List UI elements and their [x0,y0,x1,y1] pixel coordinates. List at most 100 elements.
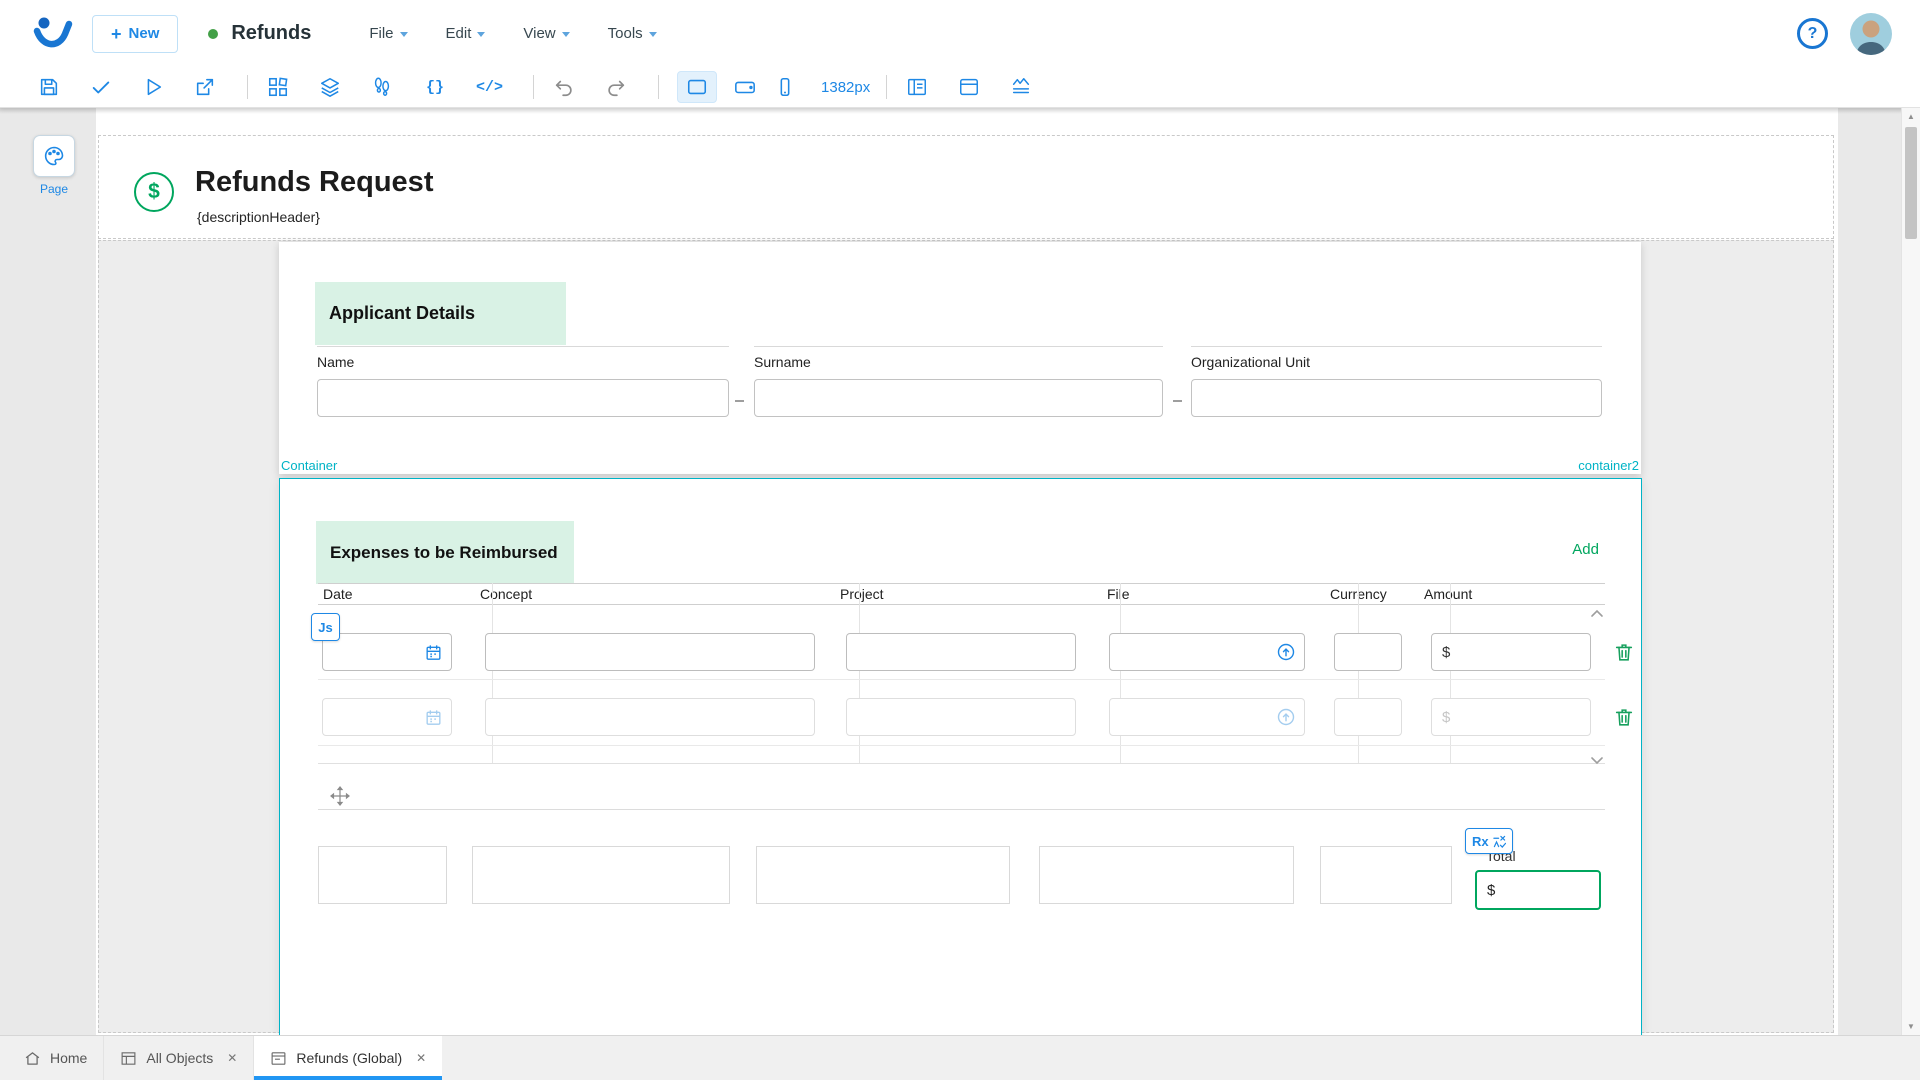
status-dot [208,28,219,39]
bindings-braces-icon[interactable]: {} [422,75,448,99]
file-input[interactable] [1110,699,1276,735]
currency-input[interactable] [1335,634,1401,670]
concept-input-row2[interactable] [485,698,815,736]
scroll-up-icon[interactable]: ▲ [1902,108,1920,125]
js-script-badge[interactable]: Js [311,613,340,641]
total-cell[interactable] [472,846,730,904]
currency-input[interactable] [1335,699,1401,735]
tablet-view-button[interactable] [733,75,757,99]
scrollbar-thumb[interactable] [1905,127,1917,239]
surname-input[interactable] [754,379,1163,417]
container2-tag[interactable]: container2 [1578,458,1639,473]
amount-input[interactable] [1450,699,1590,735]
widgets-icon[interactable] [266,75,290,99]
currency-input-row2[interactable] [1334,698,1402,736]
delete-row-icon[interactable] [1613,641,1635,663]
home-icon [24,1050,41,1067]
calendar-icon[interactable] [424,643,443,662]
project-input[interactable] [847,634,1075,670]
file-input-row1[interactable] [1109,633,1305,671]
date-input-row2[interactable] [322,698,452,736]
preview-play-icon[interactable] [141,75,165,99]
toolbar-separator [247,75,248,99]
total-cell[interactable] [318,846,447,904]
project-input-row1[interactable] [846,633,1076,671]
chevron-down-icon [648,32,657,37]
add-row-button[interactable]: Add [1572,541,1599,558]
page-palette-item[interactable] [33,135,75,177]
menu-view[interactable]: View [523,25,570,42]
tab-all-objects[interactable]: All Objects ✕ [104,1036,255,1080]
help-icon[interactable]: ? [1797,18,1828,49]
amount-input[interactable] [1450,634,1590,670]
rx-formula-badge[interactable]: Rx [1465,828,1513,854]
collapse-down-icon[interactable] [1588,753,1606,767]
total-cell[interactable] [756,846,1010,904]
file-input[interactable] [1110,634,1276,670]
concept-input-row1[interactable] [485,633,815,671]
total-cell[interactable] [1039,846,1294,904]
menu-file[interactable]: File [369,25,408,42]
layers-icon[interactable] [318,75,342,99]
delete-row-icon[interactable] [1613,706,1635,728]
code-icon[interactable]: </> [476,75,503,99]
vertical-scrollbar[interactable]: ▲ ▼ [1901,108,1920,1035]
file-input-row2[interactable] [1109,698,1305,736]
column-header-date: Date [323,586,353,602]
total-input[interactable] [1495,872,1599,908]
currency-input-row1[interactable] [1334,633,1402,671]
app-logo-icon[interactable] [30,14,76,54]
applicant-section-header[interactable]: Applicant Details [315,282,566,345]
date-input[interactable] [323,699,424,735]
concept-input[interactable] [486,699,814,735]
mobile-view-button[interactable] [773,75,797,99]
drag-move-handle[interactable] [330,786,350,806]
menu-edit[interactable]: Edit [446,25,486,42]
project-input-row2[interactable] [846,698,1076,736]
date-input-row1[interactable] [322,633,452,671]
desktop-view-button[interactable] [677,71,718,103]
new-button[interactable]: + New [92,14,179,53]
close-icon[interactable]: ✕ [416,1051,426,1065]
calendar-icon[interactable] [424,708,443,727]
steps-footprints-icon[interactable] [370,75,394,99]
column-header-file: File [1107,586,1130,602]
form-window-icon [270,1050,287,1067]
designer-toolbar: {} </> 1382px [0,67,1920,108]
expenses-section-header[interactable]: Expenses to be Reimbursed [316,521,574,584]
org-unit-input[interactable] [1191,379,1602,417]
scroll-down-icon[interactable]: ▼ [1902,1018,1920,1035]
container-tag[interactable]: Container [281,458,337,473]
window-panel-icon[interactable] [957,75,981,99]
menu-tools[interactable]: Tools [608,25,657,42]
publish-icon[interactable] [193,75,217,99]
amount-input-row1[interactable]: $ [1431,633,1591,671]
tab-all-objects-label: All Objects [146,1050,214,1066]
amount-input-row2[interactable]: $ [1431,698,1591,736]
total-cell[interactable] [1320,846,1452,904]
redo-icon[interactable] [604,75,628,99]
bottom-tab-bar: Home All Objects ✕ Refunds (Global) ✕ [0,1035,1920,1080]
avatar[interactable] [1850,12,1892,55]
collapse-up-icon[interactable] [1588,607,1606,621]
row-divider [318,679,1605,680]
layout-panel-icon[interactable] [905,75,929,99]
form-title: Refunds Request [195,166,434,198]
name-input[interactable] [317,379,729,417]
tab-refunds-global[interactable]: Refunds (Global) ✕ [254,1036,443,1080]
total-amount-input[interactable]: $ [1475,870,1601,910]
chevron-down-icon [561,32,570,37]
menu-edit-label: Edit [445,25,472,42]
validate-check-icon[interactable] [89,75,113,99]
close-icon[interactable]: ✕ [227,1051,237,1065]
fields-panel-icon[interactable] [1009,75,1033,99]
save-icon[interactable] [37,75,61,99]
project-input[interactable] [847,699,1075,735]
resize-handle [1173,400,1182,402]
upload-icon[interactable] [1276,642,1296,662]
page-title: Refunds [231,22,312,44]
upload-icon[interactable] [1276,707,1296,727]
undo-icon[interactable] [552,75,576,99]
concept-input[interactable] [486,634,814,670]
tab-home[interactable]: Home [8,1036,105,1080]
